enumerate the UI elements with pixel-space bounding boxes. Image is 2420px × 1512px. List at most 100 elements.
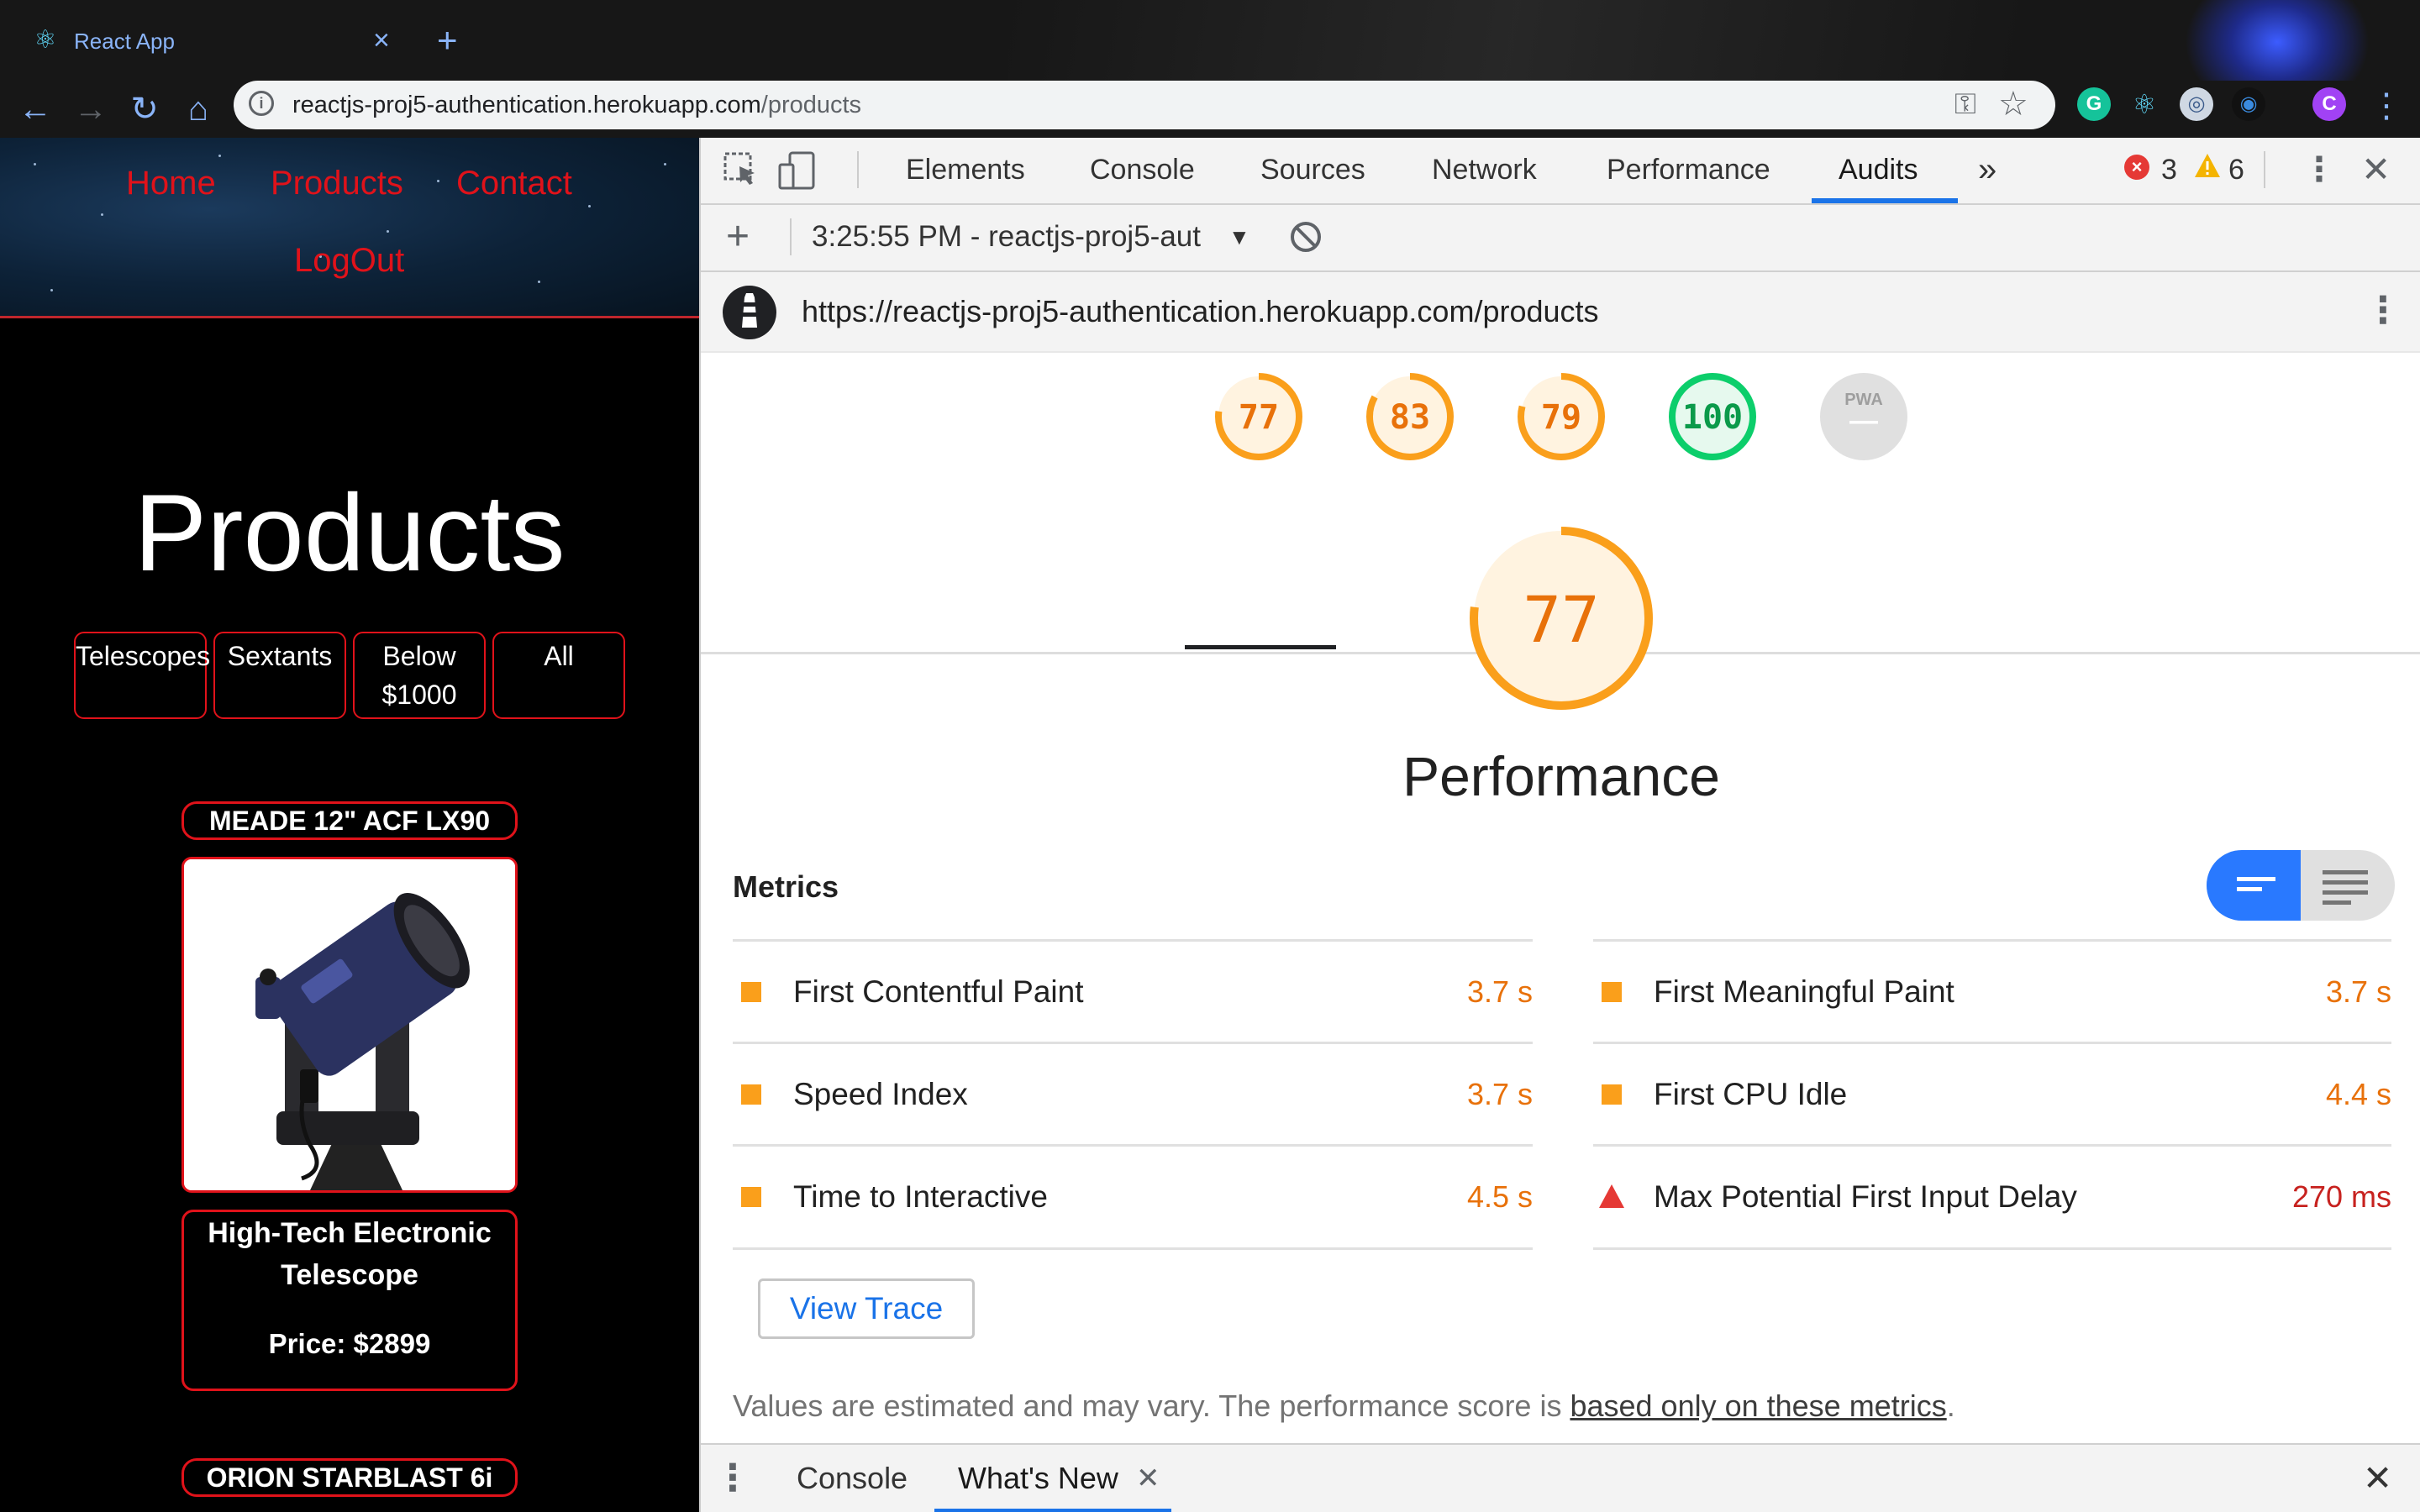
- error-icon: ×: [2124, 155, 2149, 180]
- metric-value: 3.7 s: [2325, 974, 2391, 1009]
- close-drawer-icon[interactable]: ✕: [2363, 1457, 2392, 1500]
- more-tabs-icon[interactable]: »: [1978, 150, 1996, 190]
- gauge-accessibility[interactable]: 83: [1365, 371, 1455, 462]
- react-devtools-extension-icon[interactable]: ⚛: [2128, 87, 2161, 121]
- metric-value: 3.7 s: [1466, 1077, 1533, 1111]
- metric-label: Speed Index: [793, 1077, 968, 1111]
- warning-count[interactable]: 6: [2228, 150, 2244, 190]
- gauge-performance[interactable]: 77: [1213, 371, 1304, 462]
- average-square-icon: [741, 1084, 761, 1105]
- metric-row: First Meaningful Paint 3.7 s: [1593, 939, 2391, 1042]
- tab-sources[interactable]: Sources: [1260, 150, 1365, 190]
- browser-menu-icon[interactable]: ⋮: [2370, 84, 2403, 128]
- drawer-menu-icon[interactable]: ⋮: [714, 1457, 751, 1500]
- back-arrow-icon[interactable]: ←: [10, 84, 60, 134]
- new-tab-button[interactable]: +: [437, 20, 458, 60]
- filter-telescopes-button[interactable]: Telescopes: [74, 632, 210, 719]
- tab-elements[interactable]: Elements: [906, 150, 1025, 190]
- devtools-panel: Elements Console Sources Network Perform…: [699, 138, 2420, 1512]
- nav-link-home[interactable]: Home: [126, 163, 216, 203]
- metrics-view-toggle[interactable]: [2207, 850, 2395, 921]
- metric-row: Speed Index 3.7 s: [733, 1042, 1533, 1145]
- metric-row: First CPU Idle 4.4 s: [1593, 1042, 2391, 1145]
- gauge-score: 79: [1541, 398, 1581, 437]
- profile-avatar[interactable]: C: [2312, 87, 2346, 121]
- compact-view-button[interactable]: [2207, 850, 2301, 921]
- url-host: reactjs-proj5-authentication.herokuapp.c…: [292, 92, 761, 118]
- bookmark-star-icon[interactable]: ☆: [1998, 84, 2028, 124]
- report-selector[interactable]: 3:25:55 PM - reactjs-proj5-aut: [812, 217, 1201, 257]
- page-title: Products: [134, 471, 566, 594]
- address-bar[interactable]: i reactjs-proj5-authentication.herokuapp…: [234, 81, 2055, 129]
- metric-label: First Contentful Paint: [793, 974, 1084, 1009]
- home-icon[interactable]: ⌂: [173, 84, 224, 134]
- metrics-heading: Metrics: [733, 869, 839, 904]
- filter-below-1000-button[interactable]: Below $1000: [353, 632, 486, 719]
- gauge-score: 100: [1682, 398, 1743, 437]
- nav-link-logout[interactable]: LogOut: [294, 240, 404, 281]
- tab-audits[interactable]: Audits: [1839, 150, 1918, 190]
- tab-network[interactable]: Network: [1432, 150, 1537, 190]
- new-audit-icon[interactable]: +: [726, 213, 750, 260]
- filter-sextants-button[interactable]: Sextants: [213, 632, 346, 719]
- react-favicon-icon: ⚛: [34, 26, 57, 54]
- drawer-tab-console[interactable]: Console: [797, 1458, 908, 1499]
- main-score: 77: [1523, 582, 1600, 657]
- extension-swirl-icon[interactable]: ◎: [2180, 87, 2213, 121]
- reload-icon[interactable]: ↻: [119, 84, 170, 134]
- close-devtools-icon[interactable]: ✕: [2361, 150, 2391, 190]
- password-key-icon[interactable]: ⚿: [1954, 87, 1976, 121]
- tab-close-icon[interactable]: ×: [373, 24, 390, 57]
- metric-label: First CPU Idle: [1654, 1077, 1848, 1111]
- product-name: MEADE 12" ACF LX90: [182, 801, 518, 840]
- metric-row: First Contentful Paint 3.7 s: [733, 939, 1533, 1042]
- metric-value: 270 ms: [2291, 1179, 2391, 1214]
- inspect-element-icon[interactable]: [723, 151, 760, 188]
- gauge-pwa[interactable]: PWA—: [1818, 371, 1909, 462]
- category-title: Performance: [1402, 745, 1720, 807]
- nav-link-products[interactable]: Products: [271, 163, 403, 203]
- clear-reports-icon[interactable]: [1289, 220, 1323, 254]
- average-square-icon: [1602, 1084, 1622, 1105]
- window-background-glow: [2185, 0, 2370, 81]
- report-menu-icon[interactable]: ⋮: [2365, 287, 2402, 334]
- metrics-info-link[interactable]: based only on these metrics: [1570, 1389, 1946, 1423]
- pwa-dash: —: [1849, 405, 1878, 437]
- browser-tab[interactable]: ⚛ React App ×: [13, 15, 408, 81]
- main-performance-gauge: 77: [1470, 527, 1653, 710]
- tab-performance[interactable]: Performance: [1607, 150, 1770, 190]
- grammarly-extension-icon[interactable]: G: [2077, 87, 2111, 121]
- drawer-tab-whats-new[interactable]: What's New: [958, 1458, 1118, 1499]
- address-url: reactjs-proj5-authentication.herokuapp.c…: [292, 89, 861, 121]
- fail-triangle-icon: [1599, 1184, 1624, 1208]
- error-count[interactable]: 3: [2161, 150, 2177, 190]
- devtools-drawer: ⋮ Console What's New ✕ ✕: [701, 1443, 2420, 1512]
- forward-arrow-icon[interactable]: →: [66, 84, 116, 134]
- gauge-score: 77: [1239, 398, 1279, 437]
- extension-eye-icon[interactable]: ◉: [2232, 87, 2265, 121]
- product-price: Price: $2899: [268, 1328, 431, 1359]
- device-toolbar-icon[interactable]: [776, 150, 818, 192]
- metric-row: Max Potential First Input Delay 270 ms: [1593, 1144, 2391, 1250]
- telescope-illustration: [184, 859, 515, 1190]
- chevron-down-icon[interactable]: ▼: [1228, 218, 1250, 255]
- selected-gauge-indicator: [1185, 645, 1336, 649]
- gauge-seo[interactable]: 100: [1667, 371, 1758, 462]
- site-info-icon[interactable]: i: [249, 91, 274, 116]
- devtools-menu-icon[interactable]: ⋮: [2302, 150, 2336, 190]
- drawer-tab-close-icon[interactable]: ✕: [1136, 1458, 1160, 1499]
- url-path: /products: [760, 92, 862, 118]
- view-trace-button[interactable]: View Trace: [758, 1278, 975, 1339]
- gauge-best-practices[interactable]: 79: [1516, 371, 1607, 462]
- audited-url-bar: https://reactjs-proj5-authentication.her…: [701, 272, 2420, 353]
- product-name: ORION STARBLAST 6i: [182, 1458, 518, 1497]
- metric-label: First Meaningful Paint: [1654, 974, 1954, 1009]
- tab-console[interactable]: Console: [1090, 150, 1195, 190]
- audits-toolbar: + 3:25:55 PM - reactjs-proj5-aut ▼: [701, 205, 2420, 272]
- nav-link-contact[interactable]: Contact: [456, 163, 572, 203]
- filter-all-button[interactable]: All: [492, 632, 625, 719]
- expanded-view-button[interactable]: [2301, 850, 2395, 921]
- window-background-decoration: [1008, 0, 2269, 81]
- product-image[interactable]: [182, 857, 518, 1193]
- browser-tab-strip: ⚛ React App × +: [0, 0, 2420, 81]
